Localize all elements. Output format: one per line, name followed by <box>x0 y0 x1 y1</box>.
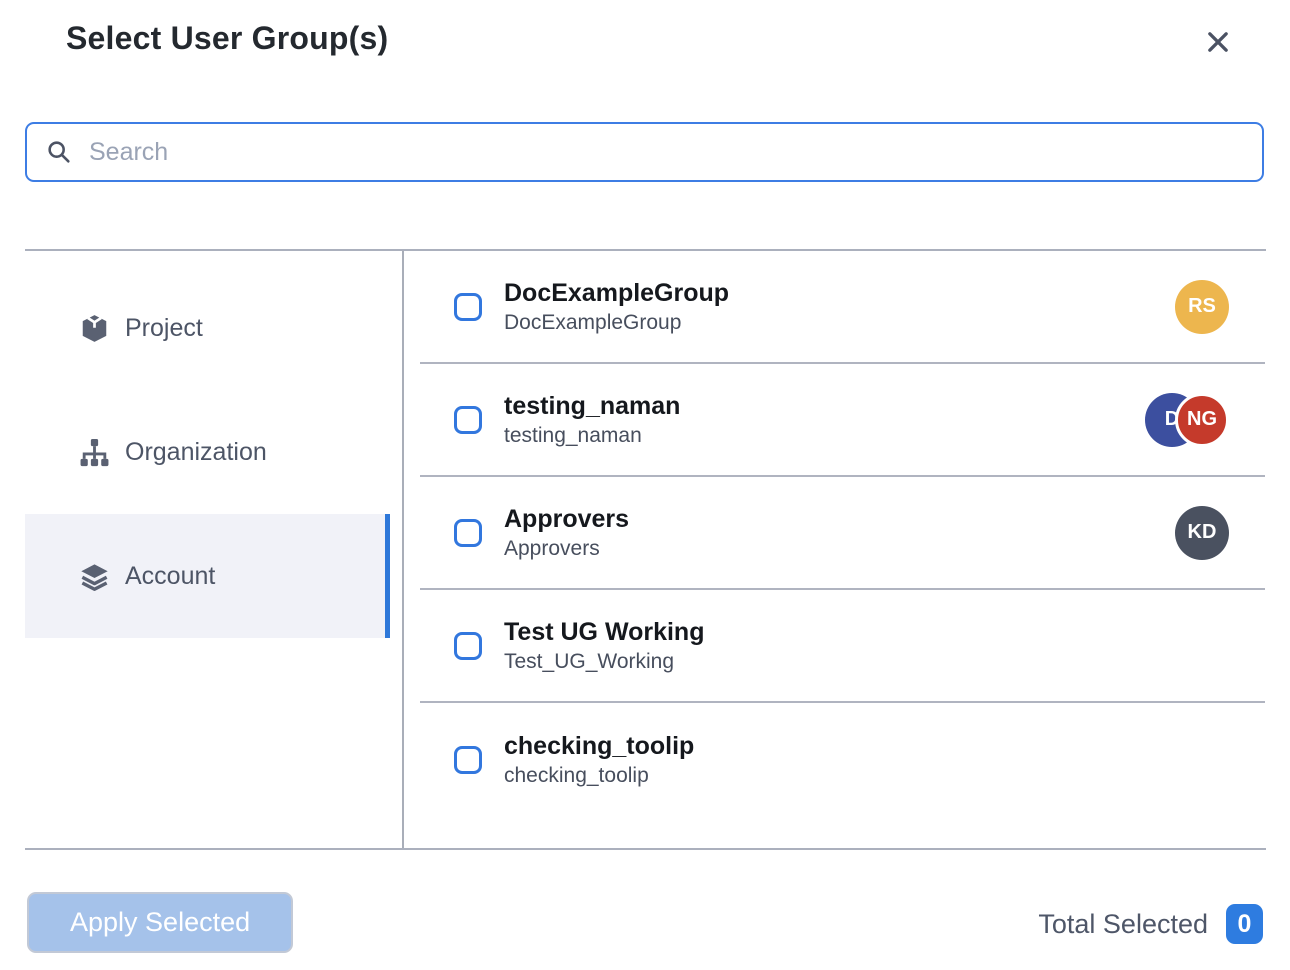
group-name: Approvers <box>504 505 629 534</box>
group-row[interactable]: DocExampleGroup DocExampleGroup RS <box>420 251 1265 364</box>
close-icon <box>1204 28 1232 56</box>
group-text: Approvers Approvers <box>504 505 629 561</box>
tab-label: Organization <box>125 438 267 467</box>
group-text: Test UG Working Test_UG_Working <box>504 618 704 674</box>
group-name: checking_toolip <box>504 732 694 761</box>
search-bar[interactable] <box>25 122 1264 182</box>
page-title: Select User Group(s) <box>66 20 388 57</box>
group-row[interactable]: checking_toolip checking_toolip <box>420 703 1265 816</box>
content-area: Project Organization <box>25 251 1265 848</box>
sidebar: Project Organization <box>25 251 390 848</box>
total-selected-label: Total Selected <box>1038 909 1208 940</box>
avatar-stack: KD <box>1175 506 1229 560</box>
cube-icon <box>79 313 110 344</box>
close-button[interactable] <box>1203 27 1233 57</box>
group-name: testing_naman <box>504 392 680 421</box>
total-selected-badge: 0 <box>1226 904 1263 944</box>
org-chart-icon <box>79 437 110 468</box>
tab-organization[interactable]: Organization <box>25 390 390 514</box>
tab-label: Account <box>125 562 215 591</box>
group-text: testing_naman testing_naman <box>504 392 680 448</box>
group-checkbox[interactable] <box>454 406 482 434</box>
group-subtitle: Approvers <box>504 537 629 561</box>
group-name: Test UG Working <box>504 618 704 647</box>
avatar: NG <box>1175 393 1229 447</box>
avatar: KD <box>1175 506 1229 560</box>
layers-icon <box>79 561 110 592</box>
group-checkbox[interactable] <box>454 293 482 321</box>
group-checkbox[interactable] <box>454 632 482 660</box>
group-list: DocExampleGroup DocExampleGroup RS testi… <box>402 251 1265 848</box>
group-text: checking_toolip checking_toolip <box>504 732 694 788</box>
group-subtitle: Test_UG_Working <box>504 650 704 674</box>
search-icon <box>45 138 73 166</box>
group-subtitle: checking_toolip <box>504 764 694 788</box>
group-text: DocExampleGroup DocExampleGroup <box>504 279 729 335</box>
search-input[interactable] <box>89 138 1244 167</box>
group-checkbox[interactable] <box>454 519 482 547</box>
group-row[interactable]: Approvers Approvers KD <box>420 477 1265 590</box>
tab-account[interactable]: Account <box>25 514 390 638</box>
group-subtitle: testing_naman <box>504 424 680 448</box>
footer: Apply Selected Total Selected 0 <box>27 850 1263 970</box>
tab-label: Project <box>125 314 203 343</box>
group-name: DocExampleGroup <box>504 279 729 308</box>
avatar-stack: RS <box>1175 280 1229 334</box>
group-subtitle: DocExampleGroup <box>504 311 729 335</box>
total-selected: Total Selected 0 <box>1038 904 1263 944</box>
group-row[interactable]: Test UG Working Test_UG_Working <box>420 590 1265 703</box>
apply-selected-button[interactable]: Apply Selected <box>27 892 293 953</box>
group-checkbox[interactable] <box>454 746 482 774</box>
group-row[interactable]: testing_naman testing_naman DNG <box>420 364 1265 477</box>
avatar: RS <box>1175 280 1229 334</box>
tab-project[interactable]: Project <box>25 266 390 390</box>
avatar-stack: DNG <box>1145 393 1229 447</box>
